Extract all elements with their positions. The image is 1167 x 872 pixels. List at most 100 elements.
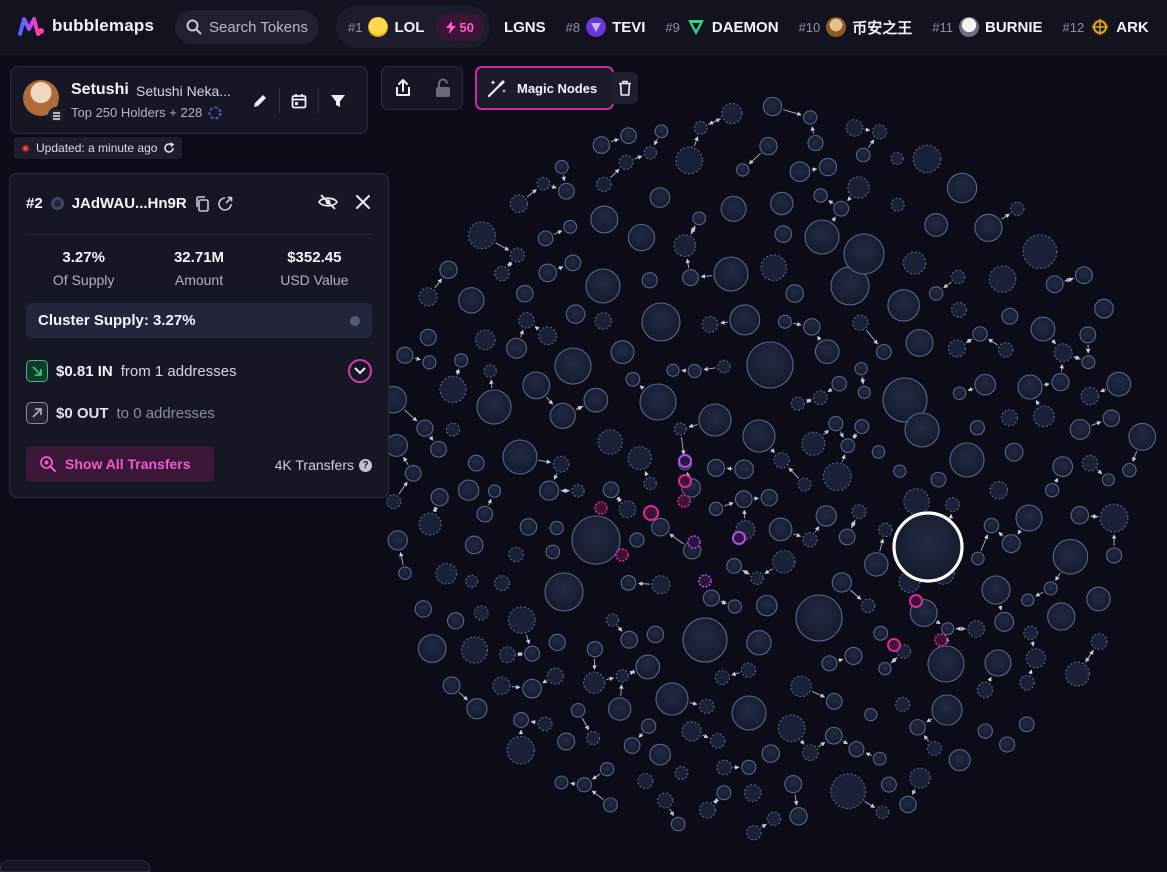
holder-bubble[interactable] (419, 513, 441, 535)
magic-node-bubble[interactable] (595, 502, 607, 514)
holder-bubble[interactable] (747, 826, 761, 840)
holder-bubble[interactable] (796, 595, 842, 641)
copy-icon[interactable] (195, 196, 209, 212)
holder-bubble[interactable] (566, 305, 584, 323)
holder-bubble[interactable] (1016, 505, 1042, 531)
holder-bubble[interactable] (728, 600, 741, 613)
holder-bubble[interactable] (1000, 737, 1015, 752)
show-all-transfers-button[interactable]: Show All Transfers (26, 446, 214, 482)
holder-bubble[interactable] (540, 481, 559, 500)
holder-bubble[interactable] (519, 313, 534, 328)
holder-bubble[interactable] (879, 663, 891, 675)
holder-bubble[interactable] (767, 812, 780, 825)
holder-bubble[interactable] (873, 752, 886, 765)
holder-bubble[interactable] (949, 750, 970, 771)
holder-bubble[interactable] (910, 720, 925, 735)
holder-bubble[interactable] (732, 696, 766, 730)
holder-bubble[interactable] (675, 767, 688, 780)
holder-bubble[interactable] (1075, 267, 1092, 284)
holder-bubble[interactable] (855, 363, 867, 375)
share-icon[interactable] (394, 78, 412, 98)
holder-bubble[interactable] (995, 612, 1014, 631)
holder-bubble[interactable] (420, 329, 436, 345)
hide-eye-icon[interactable] (318, 194, 338, 210)
holder-bubble[interactable] (642, 273, 657, 288)
holder-bubble[interactable] (803, 745, 819, 761)
holder-bubble[interactable] (674, 235, 696, 257)
holder-bubble[interactable] (1023, 235, 1057, 269)
holder-bubble[interactable] (802, 432, 825, 455)
holder-bubble[interactable] (1022, 594, 1034, 606)
holder-bubble[interactable] (1048, 603, 1075, 630)
holder-bubble[interactable] (598, 430, 622, 454)
magic-node-bubble[interactable] (679, 475, 691, 487)
holder-bubble[interactable] (652, 518, 670, 536)
holder-bubble[interactable] (744, 785, 761, 802)
holder-bubble[interactable] (1081, 387, 1098, 404)
holder-bubble[interactable] (948, 340, 965, 357)
holder-bubble[interactable] (804, 111, 817, 124)
holder-bubble[interactable] (730, 305, 760, 335)
holder-bubble[interactable] (831, 774, 866, 809)
holder-bubble[interactable] (671, 817, 685, 831)
holder-bubble[interactable] (688, 364, 701, 377)
holder-bubble[interactable] (709, 502, 722, 515)
holder-bubble[interactable] (577, 778, 591, 792)
search-input[interactable]: Search Tokens (175, 10, 319, 44)
holder-bubble[interactable] (503, 440, 537, 474)
holder-bubble[interactable] (417, 420, 433, 436)
magic-node-bubble[interactable] (616, 549, 628, 561)
holder-bubble[interactable] (769, 518, 792, 541)
holder-bubble[interactable] (550, 403, 575, 428)
holder-bubble[interactable] (743, 420, 775, 452)
holder-bubble[interactable] (564, 220, 577, 233)
holder-bubble[interactable] (455, 354, 468, 367)
holder-bubble[interactable] (815, 340, 839, 364)
holder-bubble[interactable] (703, 590, 719, 606)
holder-bubble[interactable] (942, 623, 954, 635)
holder-bubble[interactable] (699, 802, 715, 818)
holder-bubble[interactable] (1102, 474, 1114, 486)
holder-bubble[interactable] (597, 177, 611, 191)
holder-bubble[interactable] (989, 266, 1015, 292)
holder-bubble[interactable] (523, 372, 550, 399)
holder-bubble[interactable] (547, 668, 563, 684)
ticker-item-ark[interactable]: #12 ARK (1063, 17, 1149, 37)
holder-bubble[interactable] (572, 485, 584, 497)
holder-bubble[interactable] (1011, 202, 1024, 215)
holder-bubble[interactable] (584, 672, 605, 693)
holder-bubble[interactable] (423, 356, 436, 369)
holder-bubble[interactable] (644, 147, 656, 159)
holder-bubble[interactable] (865, 553, 888, 576)
holder-bubble[interactable] (814, 189, 827, 202)
holder-bubble[interactable] (773, 551, 795, 573)
holder-bubble[interactable] (628, 225, 654, 251)
holder-bubble[interactable] (702, 317, 718, 333)
holder-bubble[interactable] (973, 327, 987, 341)
holder-bubble[interactable] (891, 198, 904, 211)
holder-bubble[interactable] (628, 447, 651, 470)
holder-bubble[interactable] (925, 214, 948, 237)
holder-bubble[interactable] (1123, 463, 1136, 476)
ticker-item-burnie[interactable]: #11 BURNIE (932, 17, 1042, 37)
holder-bubble[interactable] (839, 529, 855, 545)
holder-bubble[interactable] (861, 599, 874, 612)
holder-bubble[interactable] (1082, 455, 1098, 471)
holder-bubble[interactable] (825, 727, 842, 744)
holder-bubble[interactable] (636, 655, 660, 679)
holder-bubble[interactable] (474, 606, 488, 620)
holder-bubble[interactable] (655, 125, 668, 138)
holder-bubble[interactable] (559, 183, 575, 199)
magic-node-bubble[interactable] (935, 634, 947, 646)
holder-bubble[interactable] (718, 360, 730, 372)
holder-bubble[interactable] (591, 206, 618, 233)
holder-bubble[interactable] (819, 158, 836, 175)
holder-bubble[interactable] (953, 387, 965, 399)
holder-bubble[interactable] (638, 774, 653, 789)
holder-bubble[interactable] (465, 536, 483, 554)
holder-bubble[interactable] (786, 285, 803, 302)
holder-bubble[interactable] (804, 319, 820, 335)
holder-bubble[interactable] (1053, 539, 1087, 573)
holder-bubble[interactable] (1054, 344, 1072, 362)
holder-bubble[interactable] (1107, 548, 1122, 563)
